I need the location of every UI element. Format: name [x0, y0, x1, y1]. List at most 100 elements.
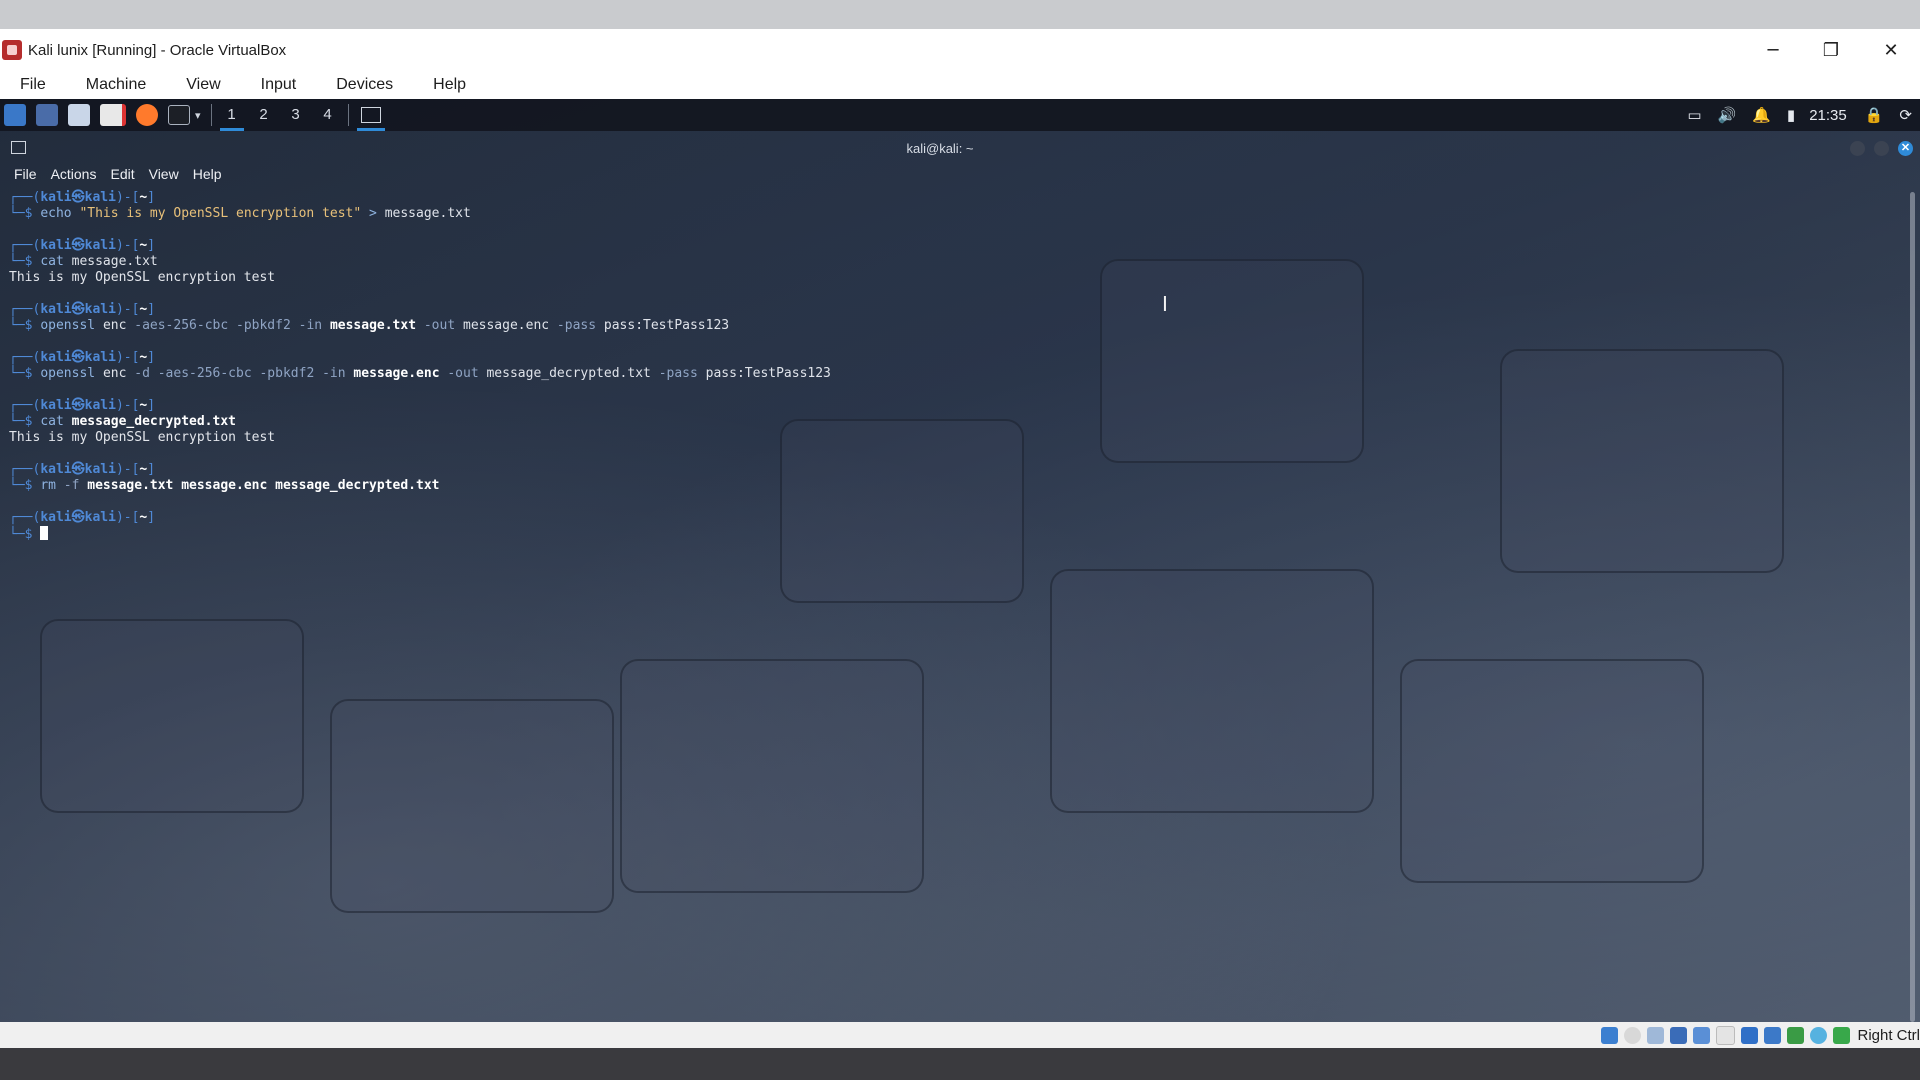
command-token: -in — [322, 366, 346, 381]
prompt-line: ┌──(kali㉿kali)-[~] — [9, 238, 1899, 254]
terminal-titlebar: kali@kali: ~ ✕ — [0, 136, 1920, 160]
network-icon[interactable] — [1670, 1026, 1688, 1044]
command-token: -out — [423, 318, 456, 333]
host-key-label[interactable]: Right Ctrl — [1857, 1027, 1920, 1044]
terminal-menu-edit[interactable]: Edit — [103, 166, 141, 182]
menu-devices[interactable]: Devices — [316, 71, 413, 99]
command-token: message.txt — [384, 206, 471, 221]
command-token: pass:TestPass123 — [603, 318, 730, 333]
terminal-menu-file[interactable]: File — [0, 166, 44, 182]
prompt-dollar: └─$ — [9, 527, 33, 542]
panel-separator — [210, 104, 212, 126]
notification-bell-icon[interactable]: 🔔 — [1752, 106, 1771, 124]
prompt-user: kali㉿kali — [40, 238, 116, 253]
prompt-user: kali㉿kali — [40, 302, 116, 317]
command-token: -aes-256-cbc — [157, 366, 252, 381]
workspace-4[interactable]: 4 — [312, 99, 344, 131]
optical-icon[interactable] — [1624, 1026, 1642, 1044]
prompt-line: ┌──(kali㉿kali)-[~] — [9, 190, 1899, 206]
prompt-bracket: ] — [147, 302, 156, 317]
prompt-separator: )-[ — [115, 190, 140, 205]
prompt-bracket: ] — [147, 350, 156, 365]
taskbar-terminal-button[interactable] — [353, 99, 389, 131]
text-editor-icon[interactable] — [100, 104, 126, 126]
vbox-menubar: File Machine View Input Devices Help — [0, 71, 1920, 99]
menu-view[interactable]: View — [166, 71, 240, 99]
vbox-statusbar: Right Ctrl — [0, 1022, 1920, 1048]
prompt-user: kali㉿kali — [40, 510, 116, 525]
shared-folder-icon[interactable] — [1716, 1025, 1736, 1045]
menu-input[interactable]: Input — [241, 71, 317, 99]
terminal-menu-actions[interactable]: Actions — [44, 166, 104, 182]
menu-file[interactable]: File — [0, 71, 66, 99]
terminal-menu-view[interactable]: View — [142, 166, 186, 182]
terminal-icon[interactable] — [168, 105, 190, 125]
restore-button[interactable]: ❐ — [1802, 29, 1860, 71]
active-command-line[interactable]: └─$ — [9, 526, 1899, 542]
desktop-icon[interactable] — [36, 104, 58, 126]
command-token: message_decrypted.txt — [486, 366, 651, 381]
recording-icon[interactable] — [1810, 1026, 1828, 1044]
command-token: message.enc — [353, 366, 440, 381]
command-line: └─$ echo "This is my OpenSSL encryption … — [9, 206, 1899, 222]
workspace-1[interactable]: 1 — [216, 99, 248, 131]
prompt-dollar: └─$ — [9, 254, 33, 269]
prompt-separator: )-[ — [115, 462, 140, 477]
power-icon[interactable]: ⟳ — [1899, 106, 1912, 124]
close-icon[interactable]: ✕ — [1898, 141, 1913, 156]
capture-icon[interactable] — [1764, 1026, 1782, 1044]
command-token: message.txt — [329, 318, 417, 333]
prompt-separator: )-[ — [115, 510, 140, 525]
volume-icon[interactable]: 🔊 — [1718, 106, 1737, 124]
close-button[interactable]: ✕ — [1862, 29, 1920, 71]
terminal-scrollbar[interactable] — [1910, 192, 1915, 1022]
prompt-user: kali㉿kali — [40, 462, 116, 477]
command-line: └─$ openssl enc -aes-256-cbc -pbkdf2 -in… — [9, 318, 1899, 334]
minimize-button[interactable]: ─ — [1744, 29, 1802, 71]
prompt-dollar: └─$ — [9, 478, 33, 493]
wallpaper-shape — [330, 699, 614, 913]
command-token: message_decrypted.txt — [71, 414, 236, 429]
terminal-output[interactable]: ┌──(kali㉿kali)-[~] └─$ echo "This is my O… — [9, 190, 1899, 542]
usb-icon[interactable] — [1693, 1026, 1711, 1044]
display-icon[interactable]: ▭ — [1687, 106, 1701, 124]
command-token: -d — [134, 366, 150, 381]
command-token: -in — [298, 318, 323, 333]
terminal-title: kali@kali: ~ — [906, 140, 974, 156]
guest-screen[interactable]: ▾ 1 2 3 4 ▭ 🔊 🔔 ▮ 21:35 🔒 ⟳ kali@kali: ~… — [0, 99, 1920, 1022]
command-token: openssl — [40, 366, 96, 381]
chevron-down-icon[interactable]: ▾ — [195, 109, 201, 122]
disk-icon[interactable] — [1601, 1026, 1619, 1044]
prompt-line: ┌──(kali㉿kali)-[~] — [9, 350, 1899, 366]
workspace-3[interactable]: 3 — [280, 99, 312, 131]
firefox-icon[interactable] — [136, 104, 158, 126]
terminal-menu-help[interactable]: Help — [186, 166, 229, 182]
clock[interactable]: 21:35 — [1809, 107, 1847, 124]
prompt-line: ┌──(kali㉿kali)-[~] — [9, 462, 1899, 478]
menu-help[interactable]: Help — [413, 71, 486, 99]
file-manager-icon[interactable] — [68, 104, 90, 126]
command-line: └─$ cat message.txt — [9, 254, 1899, 270]
display-icon[interactable] — [1741, 1026, 1759, 1044]
prompt-user: kali㉿kali — [40, 190, 116, 205]
prompt-user: kali㉿kali — [40, 350, 116, 365]
kali-menu-icon[interactable] — [4, 104, 26, 126]
mouse-integration-icon[interactable] — [1787, 1026, 1805, 1044]
workspace-2[interactable]: 2 — [248, 99, 280, 131]
prompt-dollar: └─$ — [9, 414, 33, 429]
battery-icon[interactable]: ▮ — [1787, 106, 1795, 124]
keyboard-icon[interactable] — [1833, 1026, 1851, 1044]
prompt-bracket: ] — [147, 462, 156, 477]
prompt-dollar: └─$ — [9, 318, 33, 333]
command-line: └─$ cat message_decrypted.txt — [9, 414, 1899, 430]
prompt-dollar: └─$ — [9, 206, 33, 221]
minimize-icon[interactable] — [1850, 141, 1865, 156]
prompt-bracket: ] — [147, 398, 156, 413]
menu-machine[interactable]: Machine — [66, 71, 166, 99]
audio-icon[interactable] — [1647, 1026, 1665, 1044]
wallpaper-shape — [1050, 569, 1374, 813]
maximize-icon[interactable] — [1874, 141, 1889, 156]
lock-icon[interactable]: 🔒 — [1865, 106, 1884, 124]
